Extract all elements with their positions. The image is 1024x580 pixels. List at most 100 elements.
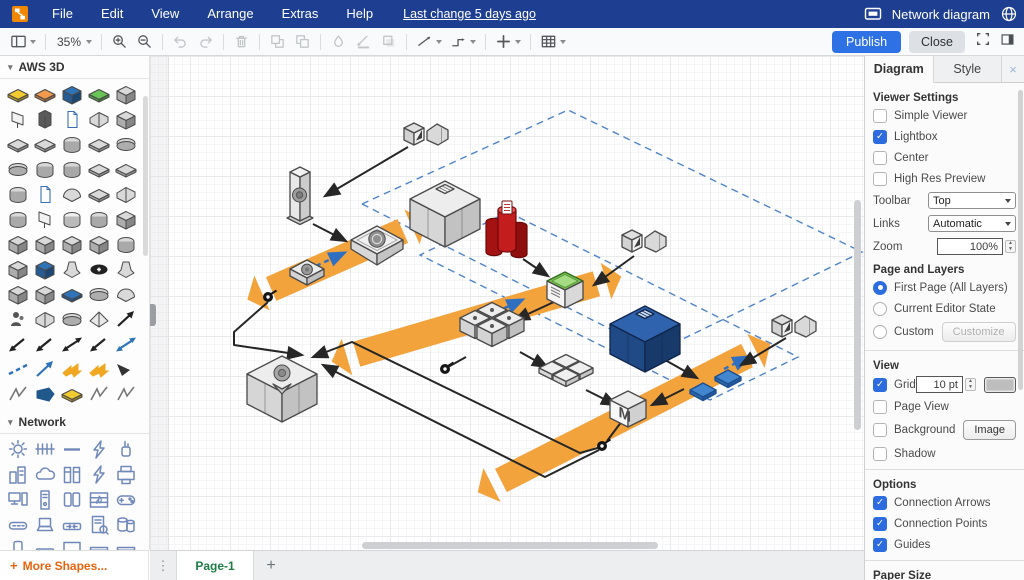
shape-dash[interactable] xyxy=(58,437,85,462)
shape-round[interactable] xyxy=(85,207,112,232)
shape-cube[interactable] xyxy=(58,232,85,257)
shape-cloud[interactable] xyxy=(31,462,58,487)
shape-cube[interactable] xyxy=(58,82,85,107)
shape-cube[interactable] xyxy=(4,232,31,257)
shape-cube[interactable] xyxy=(31,232,58,257)
guides-checkbox[interactable]: ✓ xyxy=(873,538,887,552)
shape-round[interactable] xyxy=(58,157,85,182)
node-flat4[interactable] xyxy=(539,355,593,387)
connector[interactable] xyxy=(520,352,547,367)
connector[interactable] xyxy=(448,357,466,367)
connector[interactable] xyxy=(523,259,548,276)
shape-round[interactable] xyxy=(58,207,85,232)
shape-desktop[interactable] xyxy=(4,487,31,512)
add-page-button[interactable]: + xyxy=(254,551,288,580)
grid-color-swatch[interactable] xyxy=(984,377,1016,393)
insert-icon[interactable] xyxy=(491,31,525,52)
lightbox-checkbox[interactable]: ✓ xyxy=(873,130,887,144)
line-color-icon[interactable] xyxy=(351,31,376,52)
tab-style[interactable]: Style xyxy=(934,56,1003,82)
shape-cube[interactable] xyxy=(112,207,139,232)
zoom-input[interactable]: 100% xyxy=(937,238,1003,255)
shape-city[interactable] xyxy=(4,462,31,487)
shape-disc[interactable] xyxy=(112,132,139,157)
close-panel-icon[interactable]: × xyxy=(1002,56,1024,82)
shape-racks[interactable] xyxy=(58,462,85,487)
last-change-link[interactable]: Last change 5 days ago xyxy=(403,7,536,21)
shape-round[interactable] xyxy=(112,232,139,257)
shape-sun[interactable] xyxy=(4,437,31,462)
shape-flat[interactable] xyxy=(85,157,112,182)
undo-icon[interactable] xyxy=(168,31,193,52)
node-building[interactable] xyxy=(247,356,317,422)
shape-tablets[interactable] xyxy=(58,487,85,512)
format-panel-toggle-icon[interactable] xyxy=(1000,32,1015,52)
shape-fat[interactable] xyxy=(58,357,85,382)
shape-router[interactable] xyxy=(4,512,31,537)
shape-round[interactable] xyxy=(4,182,31,207)
shadow-icon[interactable] xyxy=(376,31,401,52)
shape-dome[interactable] xyxy=(58,182,85,207)
fill-color-icon[interactable] xyxy=(326,31,351,52)
node-client[interactable] xyxy=(404,123,448,145)
redo-icon[interactable] xyxy=(193,31,218,52)
shape-mainframe[interactable] xyxy=(85,512,112,537)
shape-arr[interactable] xyxy=(112,307,139,332)
publish-button[interactable]: Publish xyxy=(832,31,901,53)
globe-icon[interactable] xyxy=(1000,5,1018,23)
shape-flat[interactable] xyxy=(85,132,112,157)
zoom-in-icon[interactable] xyxy=(107,31,132,52)
connector[interactable] xyxy=(234,302,302,355)
zoom-level-dropdown[interactable]: 35% xyxy=(51,33,96,51)
shape-arr[interactable] xyxy=(112,332,139,357)
grid-checkbox[interactable]: ✓ xyxy=(873,378,887,392)
shape-arr[interactable] xyxy=(112,357,139,382)
close-button[interactable]: Close xyxy=(909,31,965,53)
shape-rack[interactable] xyxy=(112,537,139,550)
shape-bell[interactable] xyxy=(58,257,85,282)
traffic-band[interactable] xyxy=(247,210,426,311)
custom-radio[interactable] xyxy=(873,325,887,339)
shape-monitor[interactable] xyxy=(58,537,85,550)
simple-viewer-checkbox[interactable] xyxy=(873,109,887,123)
sidebar-collapse-handle[interactable] xyxy=(150,304,156,326)
image-button[interactable]: Image xyxy=(963,420,1016,440)
shape-fire[interactable] xyxy=(85,487,112,512)
shape-arr[interactable] xyxy=(85,332,112,357)
current-editor-state-radio[interactable] xyxy=(873,302,887,316)
shape-cube[interactable] xyxy=(112,82,139,107)
shape-zig[interactable] xyxy=(4,382,31,407)
node-reddb[interactable] xyxy=(486,201,527,258)
diagram-canvas[interactable]: M xyxy=(150,56,864,550)
canvas-vertical-scrollbar[interactable] xyxy=(854,200,861,430)
shape-flat[interactable] xyxy=(31,132,58,157)
shape-printer[interactable] xyxy=(112,462,139,487)
menu-arrange[interactable]: Arrange xyxy=(193,6,267,21)
background-checkbox[interactable] xyxy=(873,423,887,437)
shape-arr[interactable] xyxy=(31,357,58,382)
grid-stepper[interactable]: ▲▼ xyxy=(965,378,976,391)
connection-icon[interactable] xyxy=(412,31,446,52)
shape-doc[interactable] xyxy=(31,182,58,207)
shape-disc[interactable] xyxy=(58,307,85,332)
shape-flat[interactable] xyxy=(58,382,85,407)
grid-size-input[interactable]: 10 pt xyxy=(916,376,963,393)
shape-tower[interactable] xyxy=(31,487,58,512)
to-back-icon[interactable] xyxy=(290,31,315,52)
shape-person[interactable] xyxy=(4,307,31,332)
delete-icon[interactable] xyxy=(229,31,254,52)
shape-flat[interactable] xyxy=(4,82,31,107)
menu-file[interactable]: File xyxy=(38,6,87,21)
shape-doc[interactable] xyxy=(58,107,85,132)
zoom-out-icon[interactable] xyxy=(132,31,157,52)
connector[interactable] xyxy=(313,224,346,241)
high-res-preview-checkbox[interactable] xyxy=(873,172,887,186)
shape-bolt[interactable] xyxy=(85,437,112,462)
toolbar-select[interactable]: Top xyxy=(928,192,1016,209)
shape-flat[interactable] xyxy=(112,157,139,182)
shape-wedge[interactable] xyxy=(85,107,112,132)
shape-dome[interactable] xyxy=(112,282,139,307)
shape-panel[interactable] xyxy=(31,207,58,232)
to-front-icon[interactable] xyxy=(265,31,290,52)
shape-phone[interactable] xyxy=(4,537,31,550)
